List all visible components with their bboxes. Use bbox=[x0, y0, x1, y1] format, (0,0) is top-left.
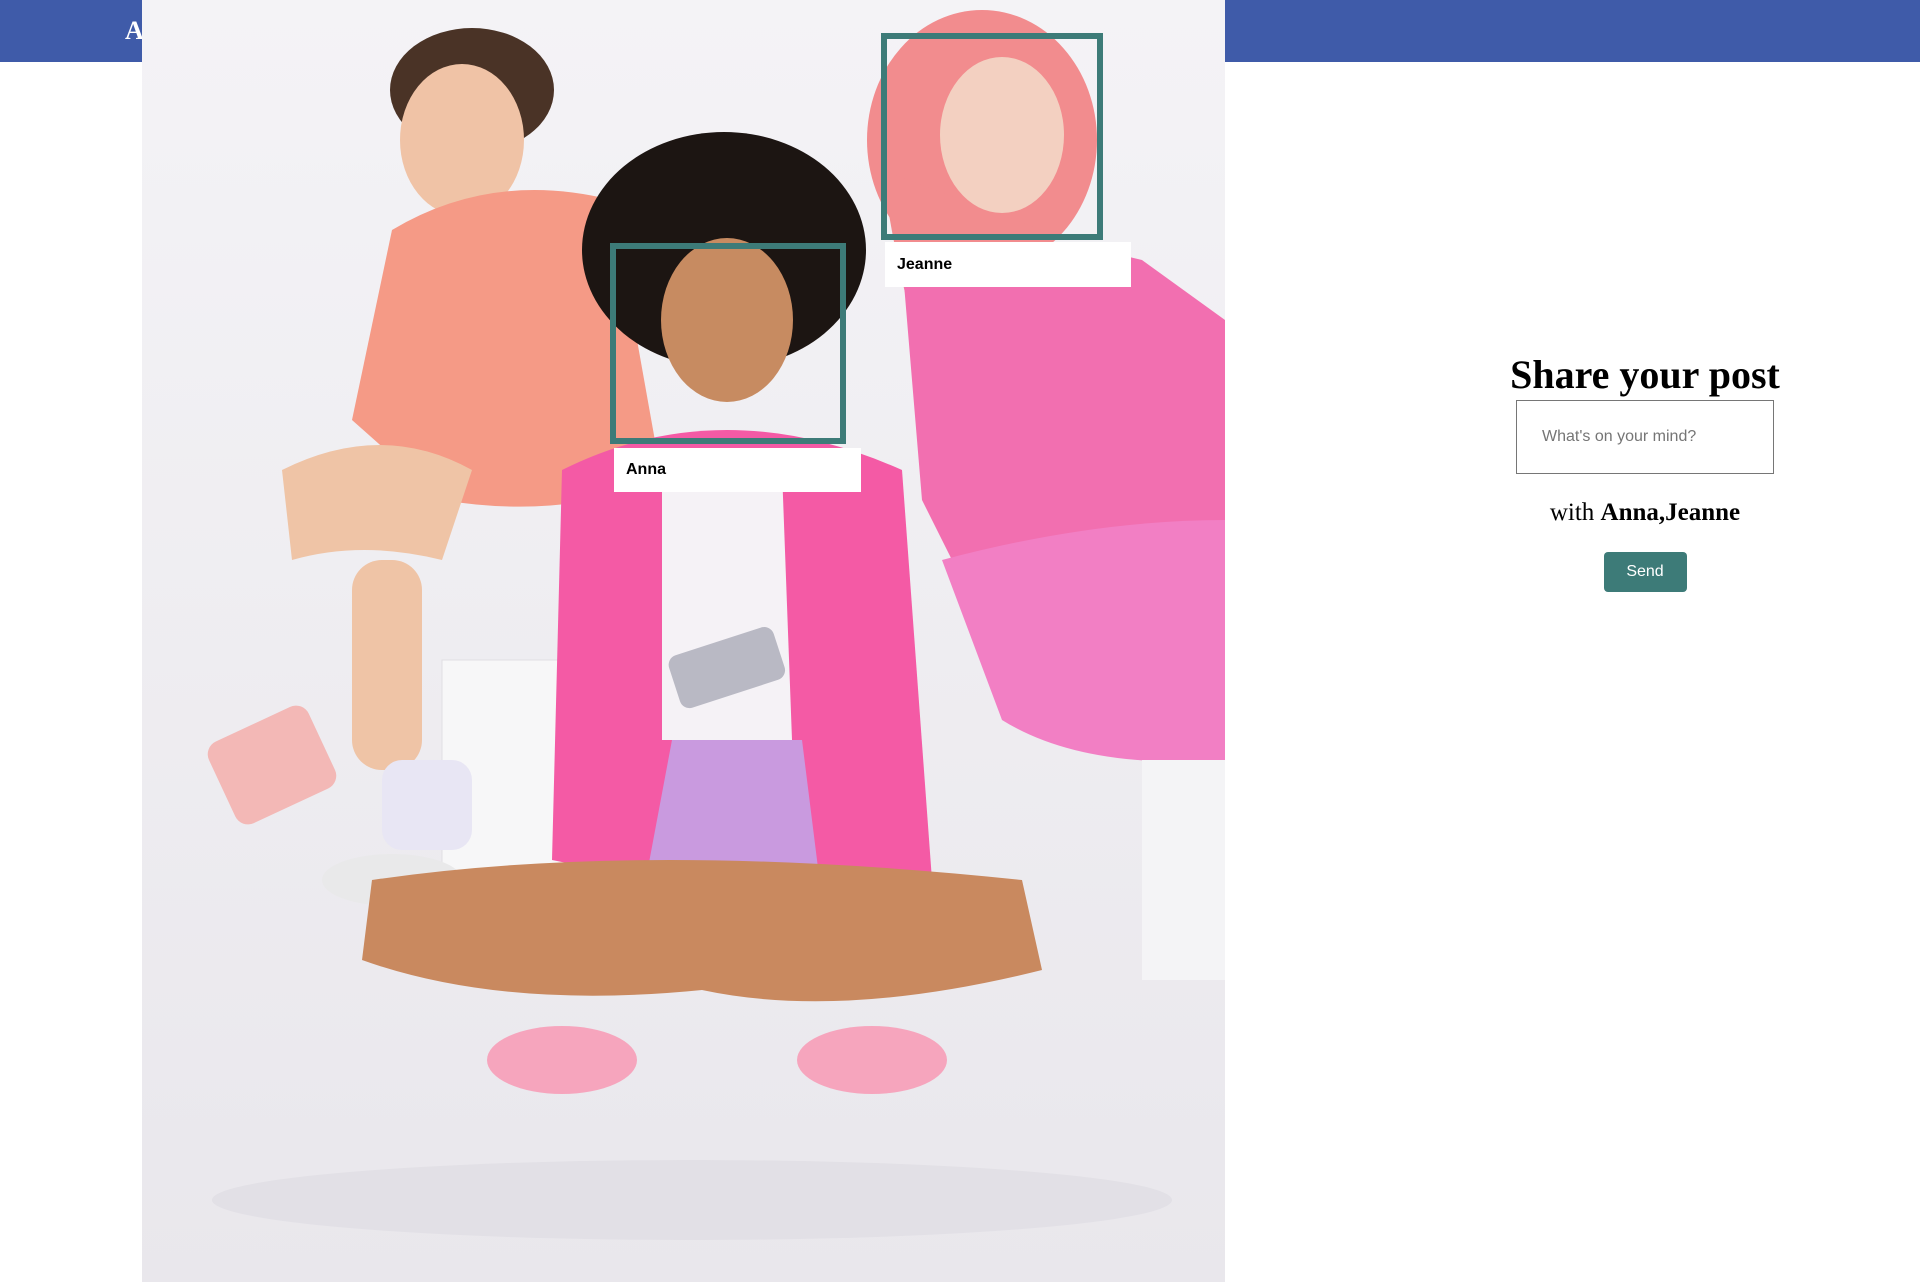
share-post-panel: Share your post with Anna,Jeanne Send bbox=[1500, 350, 1790, 592]
face-tag-label-anna: Anna bbox=[614, 448, 861, 492]
tagged-names: Anna,Jeanne bbox=[1600, 499, 1741, 526]
tagged-photo: Anna Jeanne bbox=[142, 0, 1225, 1282]
tagged-people-line: with Anna,Jeanne bbox=[1500, 498, 1790, 528]
app-title: A bbox=[125, 16, 144, 45]
with-prefix: with bbox=[1549, 499, 1595, 526]
share-title: Share your post bbox=[1510, 352, 1780, 397]
face-tag-label-jeanne: Jeanne bbox=[885, 242, 1131, 287]
send-button[interactable]: Send bbox=[1603, 552, 1687, 592]
face-tag-box-jeanne[interactable] bbox=[881, 33, 1103, 240]
face-tag-box-anna[interactable] bbox=[610, 243, 846, 444]
post-input[interactable] bbox=[1516, 400, 1774, 474]
